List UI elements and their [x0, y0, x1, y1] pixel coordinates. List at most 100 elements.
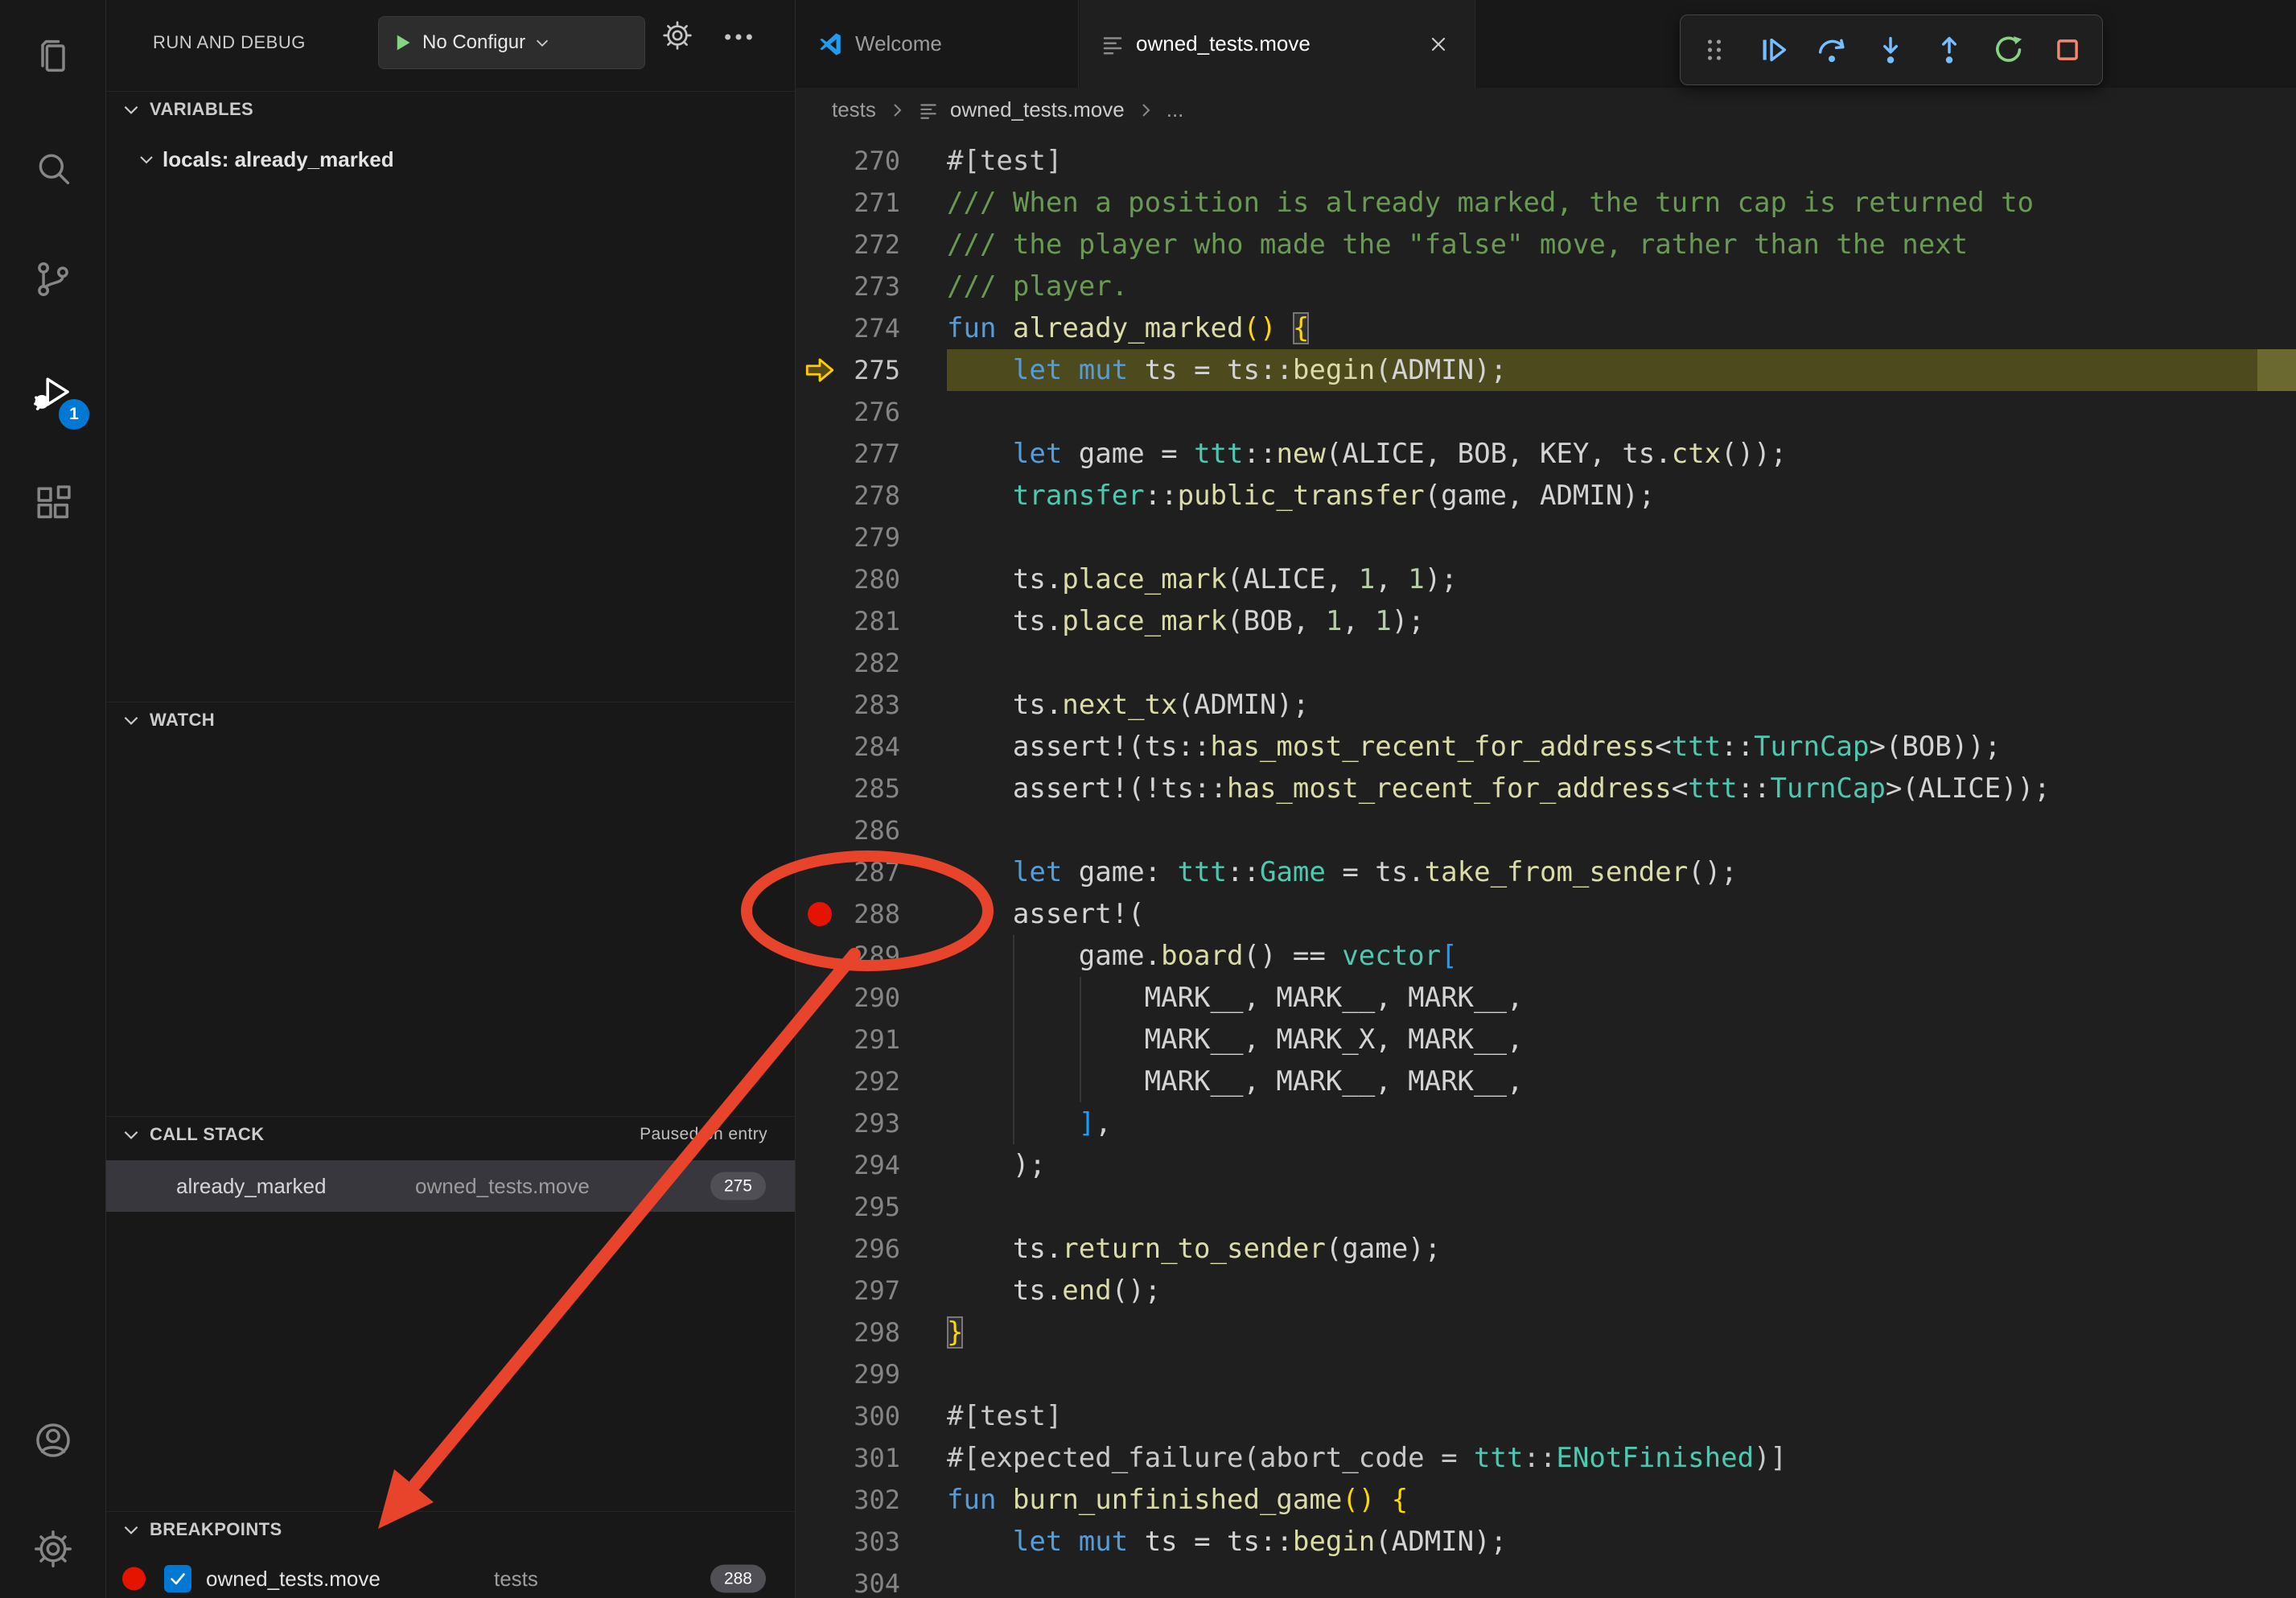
line-number[interactable]: 273: [844, 266, 900, 307]
tab-owned-tests-move[interactable]: owned_tests.move: [1080, 0, 1475, 88]
line-number[interactable]: 298: [844, 1312, 900, 1353]
line-number[interactable]: 301: [844, 1437, 900, 1479]
line-number[interactable]: 282: [844, 642, 900, 684]
line-number[interactable]: 303: [844, 1521, 900, 1563]
line-number[interactable]: 284: [844, 726, 900, 768]
code-line-284[interactable]: 284 assert!(ts::has_most_recent_for_addr…: [796, 726, 2296, 768]
stop-button[interactable]: [2046, 28, 2089, 72]
code-line-286[interactable]: 286: [796, 809, 2296, 851]
breadcrumb-file[interactable]: owned_tests.move: [950, 97, 1125, 122]
line-number[interactable]: 276: [844, 391, 900, 433]
line-number[interactable]: 279: [844, 517, 900, 558]
breakpoint-dot-icon[interactable]: [808, 902, 832, 926]
line-number[interactable]: 291: [844, 1019, 900, 1061]
code-line-296[interactable]: 296 ts.return_to_sender(game);: [796, 1228, 2296, 1270]
breadcrumb-folder[interactable]: tests: [832, 97, 876, 122]
source-control-icon[interactable]: [0, 241, 105, 318]
code-line-279[interactable]: 279: [796, 517, 2296, 558]
code-line-276[interactable]: 276: [796, 391, 2296, 433]
step-over-button[interactable]: [1810, 28, 1854, 72]
code-line-277[interactable]: 277 let game = ttt::new(ALICE, BOB, KEY,…: [796, 433, 2296, 475]
step-into-button[interactable]: [1869, 28, 1912, 72]
tab-welcome[interactable]: Welcome: [796, 0, 1079, 88]
line-number[interactable]: 286: [844, 809, 900, 851]
line-number[interactable]: 287: [844, 851, 900, 893]
debug-gear-button[interactable]: [661, 19, 693, 54]
restart-button[interactable]: [1987, 28, 2031, 72]
variables-section-header[interactable]: VARIABLES: [106, 91, 795, 126]
explorer-icon[interactable]: [0, 18, 105, 95]
line-number[interactable]: 289: [844, 935, 900, 977]
line-number[interactable]: 304: [844, 1563, 900, 1598]
code-line-304[interactable]: 304: [796, 1563, 2296, 1598]
code-line-299[interactable]: 299: [796, 1353, 2296, 1395]
line-number[interactable]: 281: [844, 600, 900, 642]
line-number[interactable]: 288: [844, 893, 900, 935]
line-number[interactable]: 280: [844, 558, 900, 600]
line-number[interactable]: 296: [844, 1228, 900, 1270]
toolbar-drag-handle[interactable]: [1693, 29, 1735, 71]
code-line-278[interactable]: 278 transfer::public_transfer(game, ADMI…: [796, 475, 2296, 517]
line-number[interactable]: 285: [844, 768, 900, 809]
sidebar-more-actions-button[interactable]: [722, 27, 755, 49]
line-number[interactable]: 283: [844, 684, 900, 726]
line-number[interactable]: 292: [844, 1061, 900, 1102]
breakpoint-checkbox[interactable]: [164, 1565, 191, 1592]
settings-gear-icon[interactable]: [0, 1510, 105, 1588]
breadcrumb-symbol-more[interactable]: ...: [1167, 97, 1184, 122]
breakpoints-section-header[interactable]: BREAKPOINTS: [106, 1511, 795, 1547]
line-number[interactable]: 274: [844, 307, 900, 349]
code-line-293[interactable]: 293 ],: [796, 1102, 2296, 1144]
code-line-281[interactable]: 281 ts.place_mark(BOB, 1, 1);: [796, 600, 2296, 642]
code-line-303[interactable]: 303 let mut ts = ts::begin(ADMIN);: [796, 1521, 2296, 1563]
code-line-292[interactable]: 292 MARK__, MARK__, MARK__,: [796, 1061, 2296, 1102]
code-line-294[interactable]: 294 );: [796, 1144, 2296, 1186]
tab-close-button[interactable]: [1423, 29, 1454, 60]
code-line-275[interactable]: 275 let mut ts = ts::begin(ADMIN);: [796, 349, 2296, 391]
line-number[interactable]: 275: [844, 349, 900, 391]
call-stack-frame-row[interactable]: already_marked owned_tests.move 275: [106, 1160, 795, 1212]
line-number[interactable]: 272: [844, 224, 900, 266]
line-number[interactable]: 277: [844, 433, 900, 475]
line-number[interactable]: 293: [844, 1102, 900, 1144]
search-icon[interactable]: [0, 130, 105, 208]
code-line-295[interactable]: 295: [796, 1186, 2296, 1228]
code-line-302[interactable]: 302fun burn_unfinished_game() {: [796, 1479, 2296, 1521]
line-number[interactable]: 297: [844, 1270, 900, 1312]
line-number[interactable]: 300: [844, 1395, 900, 1437]
run-and-debug-icon[interactable]: 1: [0, 353, 105, 430]
code-line-287[interactable]: 287 let game: ttt::Game = ts.take_from_s…: [796, 851, 2296, 893]
code-line-270[interactable]: 270#[test]: [796, 140, 2296, 182]
code-line-291[interactable]: 291 MARK__, MARK_X, MARK__,: [796, 1019, 2296, 1061]
line-number[interactable]: 278: [844, 475, 900, 517]
locals-scope-row[interactable]: locals: already_marked: [106, 140, 795, 179]
code-line-271[interactable]: 271/// When a position is already marked…: [796, 182, 2296, 224]
code-line-288[interactable]: 288 assert!(: [796, 893, 2296, 935]
watch-section-header[interactable]: WATCH: [106, 702, 795, 737]
code-line-290[interactable]: 290 MARK__, MARK__, MARK__,: [796, 977, 2296, 1019]
line-number[interactable]: 294: [844, 1144, 900, 1186]
code-line-289[interactable]: 289 game.board() == vector[: [796, 935, 2296, 977]
code-line-273[interactable]: 273/// player.: [796, 266, 2296, 307]
account-icon[interactable]: [0, 1402, 105, 1479]
extensions-icon[interactable]: [0, 464, 105, 542]
code-line-301[interactable]: 301#[expected_failure(abort_code = ttt::…: [796, 1437, 2296, 1479]
code-line-272[interactable]: 272/// the player who made the "false" m…: [796, 224, 2296, 266]
code-line-274[interactable]: 274fun already_marked() {: [796, 307, 2296, 349]
code-line-297[interactable]: 297 ts.end();: [796, 1270, 2296, 1312]
code-line-300[interactable]: 300#[test]: [796, 1395, 2296, 1437]
code-line-298[interactable]: 298}: [796, 1312, 2296, 1353]
step-out-button[interactable]: [1928, 28, 1971, 72]
breakpoint-list-item[interactable]: owned_tests.move tests 288: [106, 1559, 795, 1598]
line-number[interactable]: 290: [844, 977, 900, 1019]
call-stack-section-header[interactable]: CALL STACK Paused on entry: [106, 1116, 795, 1151]
code-line-282[interactable]: 282: [796, 642, 2296, 684]
continue-button[interactable]: [1751, 28, 1794, 72]
debug-config-dropdown[interactable]: No Configur: [378, 16, 645, 69]
code-line-283[interactable]: 283 ts.next_tx(ADMIN);: [796, 684, 2296, 726]
line-number[interactable]: 271: [844, 182, 900, 224]
line-number[interactable]: 295: [844, 1186, 900, 1228]
line-number[interactable]: 270: [844, 140, 900, 182]
line-number[interactable]: 299: [844, 1353, 900, 1395]
code-line-280[interactable]: 280 ts.place_mark(ALICE, 1, 1);: [796, 558, 2296, 600]
